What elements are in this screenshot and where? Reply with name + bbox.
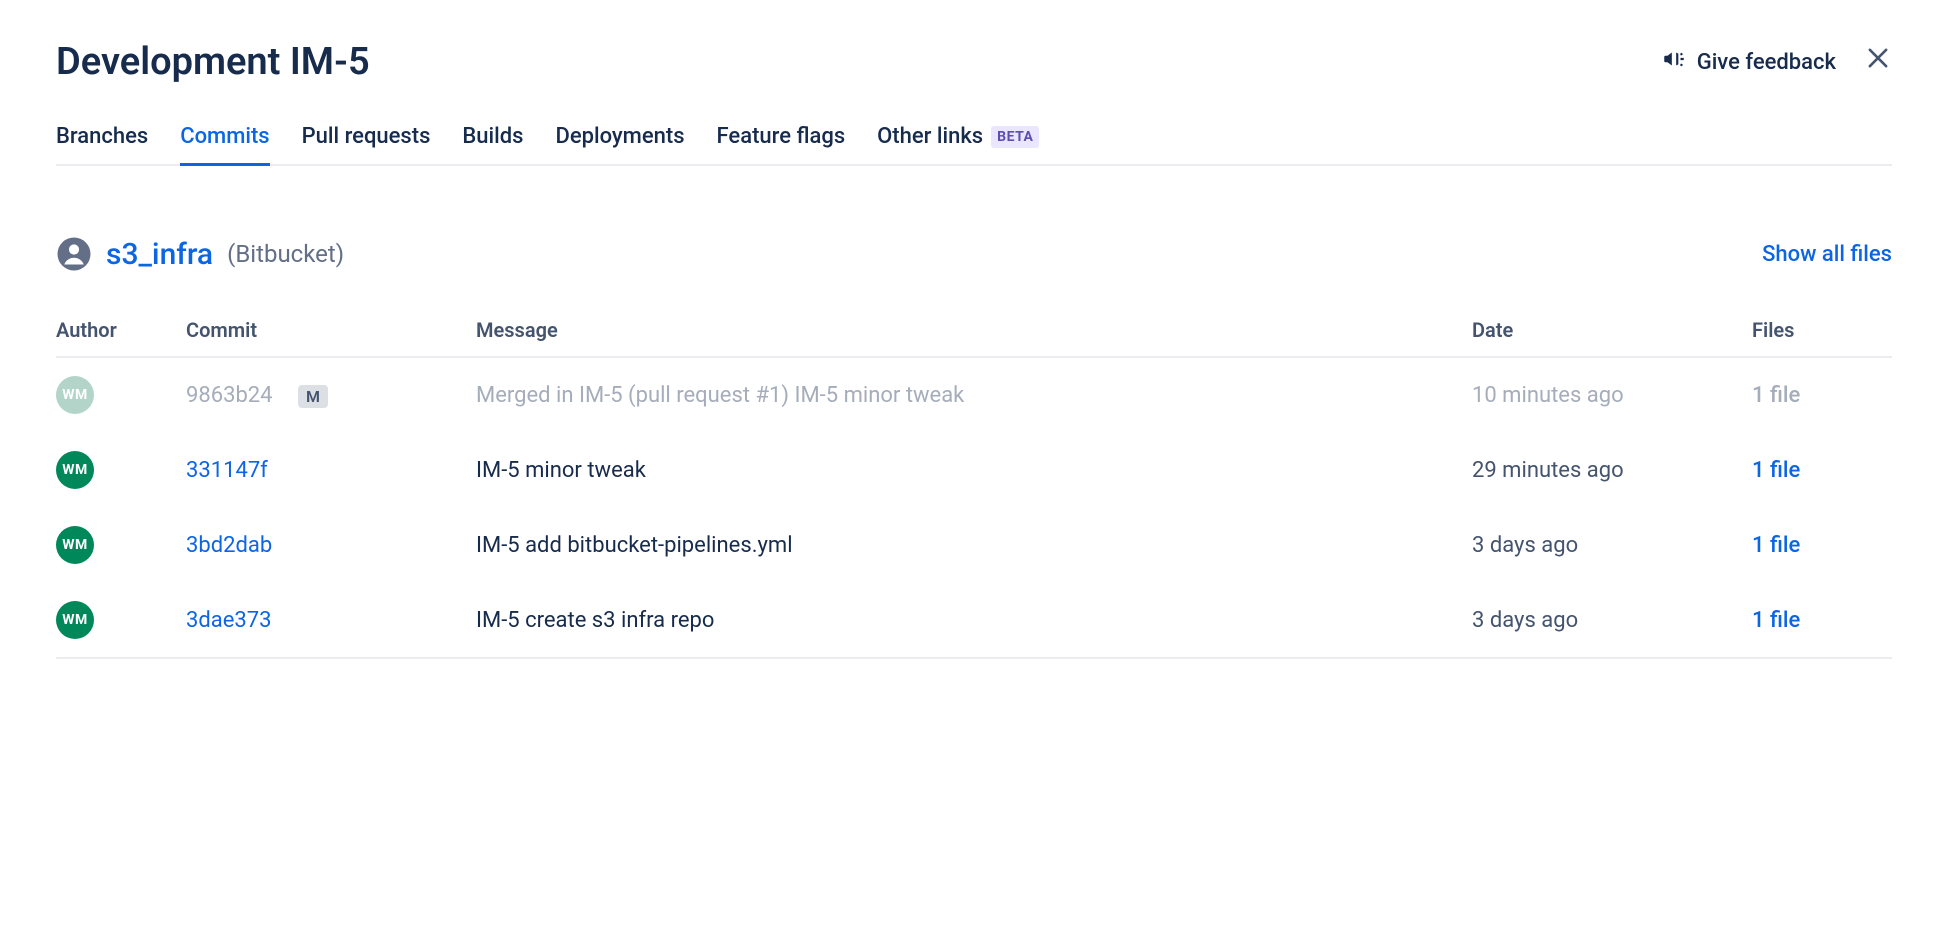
commit-hash-link[interactable]: 3dae373: [186, 608, 272, 633]
col-author: Author: [56, 308, 186, 357]
commit-hash-link[interactable]: 3bd2dab: [186, 533, 272, 558]
commit-date: 3 days ago: [1472, 583, 1752, 659]
tab-builds[interactable]: Builds: [462, 124, 523, 166]
repo-source: (Bitbucket): [227, 240, 344, 268]
commit-message: IM-5 add bitbucket-pipelines.yml: [476, 508, 1472, 583]
tab-label: Other links: [877, 124, 983, 149]
col-files: Files: [1752, 308, 1892, 357]
files-link[interactable]: 1 file: [1752, 533, 1800, 558]
avatar: WM: [56, 526, 94, 564]
repo-left: s3_infra (Bitbucket): [56, 236, 344, 272]
commit-message: IM-5 create s3 infra repo: [476, 583, 1472, 659]
tab-branches[interactable]: Branches: [56, 124, 148, 166]
close-icon: [1864, 44, 1892, 80]
col-commit: Commit: [186, 308, 476, 357]
table-row: WM 331147f IM-5 minor tweak 29 minutes a…: [56, 433, 1892, 508]
page-title: Development IM-5: [56, 40, 370, 84]
files-link[interactable]: 1 file: [1752, 608, 1800, 633]
tab-label: Feature flags: [717, 124, 846, 149]
table-row: WM 3dae373 IM-5 create s3 infra repo 3 d…: [56, 583, 1892, 659]
commits-table: Author Commit Message Date Files WM 9863…: [56, 308, 1892, 659]
commit-message: Merged in IM-5 (pull request #1) IM-5 mi…: [476, 357, 1472, 433]
repo-header: s3_infra (Bitbucket) Show all files: [56, 236, 1892, 272]
tab-pull-requests[interactable]: Pull requests: [302, 124, 431, 166]
col-date: Date: [1472, 308, 1752, 357]
modal-header: Development IM-5 Give feedback: [56, 40, 1892, 84]
megaphone-icon: [1661, 46, 1687, 78]
tab-label: Branches: [56, 124, 148, 149]
files-link[interactable]: 1 file: [1752, 458, 1800, 483]
avatar: WM: [56, 601, 94, 639]
commit-message: IM-5 minor tweak: [476, 433, 1472, 508]
tab-deployments[interactable]: Deployments: [555, 124, 684, 166]
col-message: Message: [476, 308, 1472, 357]
commit-hash-link[interactable]: 331147f: [186, 458, 268, 483]
tab-commits[interactable]: Commits: [180, 124, 269, 166]
tab-label: Commits: [180, 124, 269, 149]
tab-other-links[interactable]: Other links BETA: [877, 124, 1039, 166]
commit-date: 10 minutes ago: [1472, 357, 1752, 433]
give-feedback-label: Give feedback: [1697, 50, 1836, 75]
files-link[interactable]: 1 file: [1752, 383, 1800, 408]
close-button[interactable]: [1864, 44, 1892, 80]
tab-label: Builds: [462, 124, 523, 149]
beta-badge: BETA: [991, 126, 1039, 148]
tab-label: Pull requests: [302, 124, 431, 149]
header-actions: Give feedback: [1661, 44, 1892, 80]
show-all-files-link[interactable]: Show all files: [1762, 242, 1892, 267]
give-feedback-button[interactable]: Give feedback: [1661, 46, 1836, 78]
table-header-row: Author Commit Message Date Files: [56, 308, 1892, 357]
table-row: WM 9863b24 M Merged in IM-5 (pull reques…: [56, 357, 1892, 433]
commit-date: 29 minutes ago: [1472, 433, 1752, 508]
commit-hash-link[interactable]: 9863b24: [186, 383, 273, 408]
avatar: WM: [56, 376, 94, 414]
repo-name-link[interactable]: s3_infra: [106, 237, 213, 272]
avatar: WM: [56, 451, 94, 489]
merge-badge: M: [298, 385, 328, 408]
tab-label: Deployments: [555, 124, 684, 149]
tab-bar: Branches Commits Pull requests Builds De…: [56, 124, 1892, 166]
commit-date: 3 days ago: [1472, 508, 1752, 583]
person-icon: [56, 236, 92, 272]
tab-feature-flags[interactable]: Feature flags: [717, 124, 846, 166]
table-row: WM 3bd2dab IM-5 add bitbucket-pipelines.…: [56, 508, 1892, 583]
